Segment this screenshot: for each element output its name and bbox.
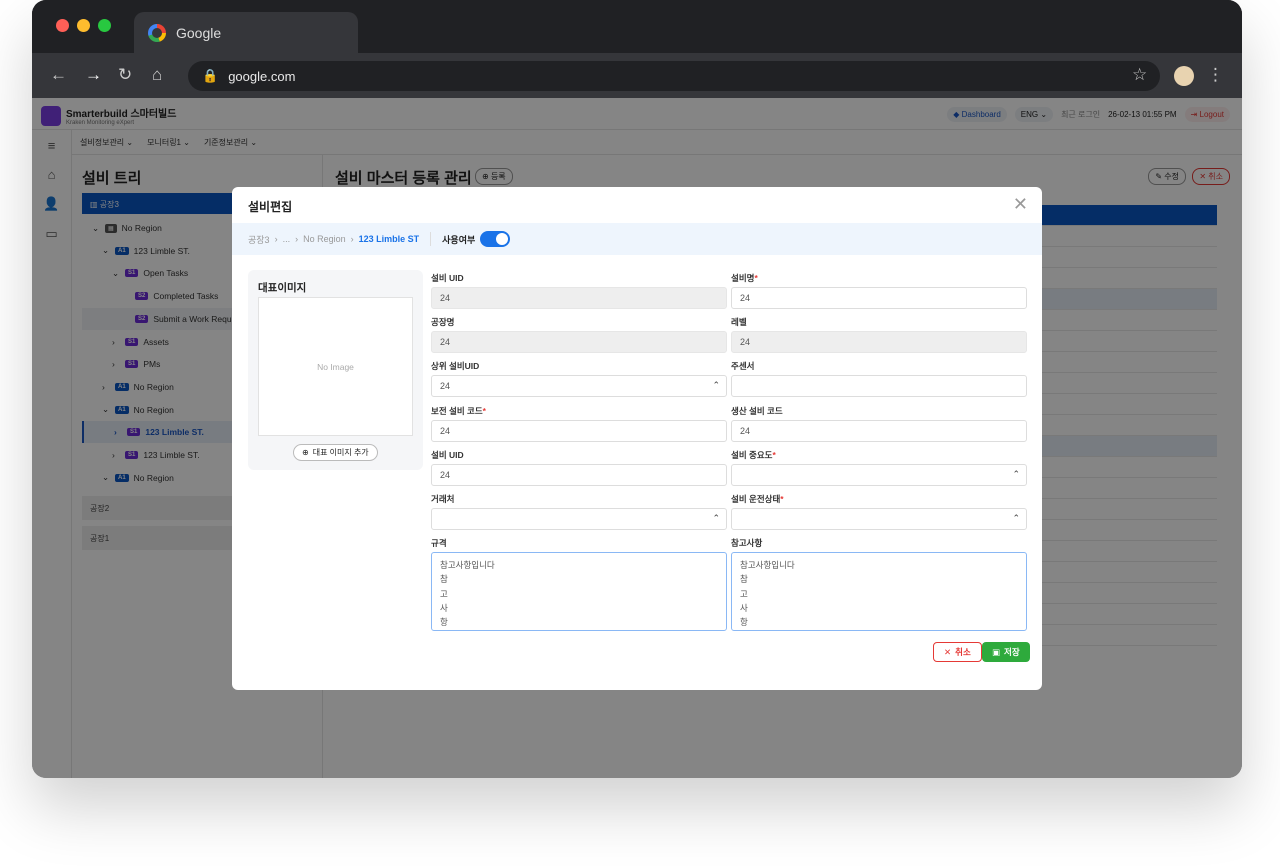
plus-circle-icon: ⊕ bbox=[302, 448, 309, 457]
field-maint_code: 보전 설비 코드* 24 bbox=[431, 405, 727, 442]
field-spec: 규격 참고사항입니다 참 고 사 항 bbox=[431, 537, 727, 631]
reload-icon[interactable]: ↻ bbox=[118, 65, 132, 85]
divider bbox=[430, 232, 432, 246]
save-icon: ▣ bbox=[992, 646, 1001, 657]
no-image-text: No Image bbox=[317, 361, 354, 372]
modal-title: 설비편집 bbox=[248, 200, 293, 214]
chevron-right-icon: › bbox=[295, 234, 299, 244]
tab-bar: Google bbox=[32, 0, 1242, 53]
field-label: 참고사항 bbox=[731, 538, 763, 548]
use-label: 사용여부 bbox=[442, 234, 476, 245]
browser-tab[interactable]: Google bbox=[134, 12, 358, 53]
field-label: 설비 운전상태* bbox=[731, 494, 784, 504]
breadcrumb-item[interactable]: ... bbox=[283, 234, 291, 244]
vendor-select[interactable]: ⌃ bbox=[431, 508, 727, 530]
chevron-up-icon: ⌃ bbox=[1012, 468, 1020, 479]
field-label: 상위 설비UID bbox=[431, 361, 480, 372]
home-icon[interactable]: ⌂ bbox=[152, 65, 162, 85]
chevron-right-icon: › bbox=[350, 234, 354, 244]
use-toggle[interactable] bbox=[480, 231, 511, 247]
add-image-button[interactable]: ⊕ 대표 이미지 추가 bbox=[293, 444, 378, 461]
uid2-input[interactable]: 24 bbox=[431, 463, 727, 486]
save-button[interactable]: ▣ 저장 bbox=[982, 642, 1030, 662]
edit-equipment-modal: 설비편집 ✕ 공장3 › ... › No Region › 123 Limble ST… bbox=[232, 187, 1042, 690]
window-controls bbox=[56, 19, 111, 32]
field-level: 레벨 24 bbox=[731, 316, 1027, 354]
field-main_sensor: 주센서 bbox=[731, 360, 1027, 398]
profile-avatar[interactable] bbox=[1174, 66, 1194, 86]
field-label: 거래처 bbox=[431, 494, 455, 504]
cancel-label: 취소 bbox=[955, 647, 971, 657]
field-label: 보전 설비 코드* bbox=[431, 405, 486, 416]
parent_uid-select[interactable]: 24 ⌃ bbox=[431, 375, 727, 398]
lock-icon: 🔒 bbox=[202, 68, 219, 83]
field-label: 규격 bbox=[431, 538, 447, 548]
breadcrumb-item[interactable]: No Region bbox=[303, 234, 346, 244]
field-importance: 설비 중요도* ⌃ bbox=[731, 449, 1027, 486]
close-dot[interactable] bbox=[56, 19, 69, 32]
breadcrumb-current: 123 Limble ST bbox=[358, 234, 420, 244]
field-op_status: 설비 운전상태* ⌃ bbox=[731, 493, 1027, 530]
name-input[interactable]: 24 bbox=[731, 287, 1027, 309]
notes-textarea[interactable]: 참고사항입니다 참 고 사 항 bbox=[731, 552, 1027, 631]
field-uid: 설비 UID 24 bbox=[431, 272, 727, 309]
level-input: 24 bbox=[731, 331, 1027, 354]
chevron-right-icon: › bbox=[274, 234, 278, 244]
browser-toolbar: ← → ↻ ⌂ 🔒 google.com ☆ ⋮ bbox=[32, 53, 1242, 98]
field-label: 설비 중요도* bbox=[731, 449, 776, 460]
factory-input: 24 bbox=[431, 331, 727, 354]
close-icon[interactable]: ✕ bbox=[1013, 194, 1028, 215]
field-label: 주센서 bbox=[731, 361, 755, 372]
field-label: 생산 설비 코드 bbox=[731, 405, 783, 416]
importance-select[interactable]: ⌃ bbox=[731, 463, 1027, 486]
main_sensor-input[interactable] bbox=[731, 375, 1027, 398]
menu-dots-icon[interactable]: ⋮ bbox=[1207, 65, 1224, 85]
save-label: 저장 bbox=[1004, 647, 1020, 657]
chevron-up-icon: ⌃ bbox=[712, 380, 720, 391]
field-notes: 참고사항 참고사항입니다 참 고 사 항 bbox=[731, 537, 1027, 631]
maximize-dot[interactable] bbox=[98, 19, 111, 32]
tab-title: Google bbox=[176, 24, 222, 41]
back-icon[interactable]: ← bbox=[50, 65, 67, 85]
image-title: 대표이미지 bbox=[258, 282, 307, 294]
chevron-up-icon: ⌃ bbox=[1012, 513, 1020, 523]
image-preview: No Image bbox=[258, 297, 413, 436]
maint_code-input[interactable]: 24 bbox=[431, 419, 727, 442]
url-text: google.com bbox=[228, 68, 296, 84]
google-icon bbox=[148, 23, 166, 42]
field-label: 설비명* bbox=[731, 273, 758, 283]
op_status-select[interactable]: ⌃ bbox=[731, 508, 1027, 530]
chevron-up-icon: ⌃ bbox=[712, 513, 720, 523]
address-bar[interactable]: 🔒 google.com bbox=[188, 61, 1160, 91]
breadcrumb-item[interactable]: 공장3 bbox=[248, 233, 270, 246]
field-name: 설비명* 24 bbox=[731, 272, 1027, 309]
breadcrumb: 공장3 › ... › No Region › 123 Limble ST 사용여부 bbox=[232, 223, 1042, 255]
add-image-label: 대표 이미지 추가 bbox=[312, 448, 369, 457]
image-card: 대표이미지 No Image ⊕ 대표 이미지 추가 bbox=[248, 270, 423, 470]
uid-input: 24 bbox=[431, 287, 727, 309]
prod_code-input[interactable]: 24 bbox=[731, 419, 1027, 442]
forward-icon[interactable]: → bbox=[85, 65, 102, 85]
spec-textarea[interactable]: 참고사항입니다 참 고 사 항 bbox=[431, 552, 727, 631]
field-label: 설비 UID bbox=[431, 273, 464, 283]
field-uid2: 설비 UID 24 bbox=[431, 449, 727, 486]
modal-header: 설비편집 ✕ bbox=[232, 187, 1042, 223]
field-vendor: 거래처 ⌃ bbox=[431, 493, 727, 530]
field-factory: 공장명 24 bbox=[431, 316, 727, 354]
minimize-dot[interactable] bbox=[77, 19, 90, 32]
field-prod_code: 생산 설비 코드 24 bbox=[731, 405, 1027, 442]
field-parent_uid: 상위 설비UID 24 ⌃ bbox=[431, 360, 727, 398]
field-label: 공장명 bbox=[431, 317, 455, 328]
field-label: 설비 UID bbox=[431, 449, 464, 460]
modal-cancel-button[interactable]: ✕ 취소 bbox=[933, 642, 982, 662]
x-icon: ✕ bbox=[944, 646, 952, 657]
bookmark-star-icon[interactable]: ☆ bbox=[1132, 65, 1147, 85]
field-label: 레벨 bbox=[731, 317, 747, 328]
